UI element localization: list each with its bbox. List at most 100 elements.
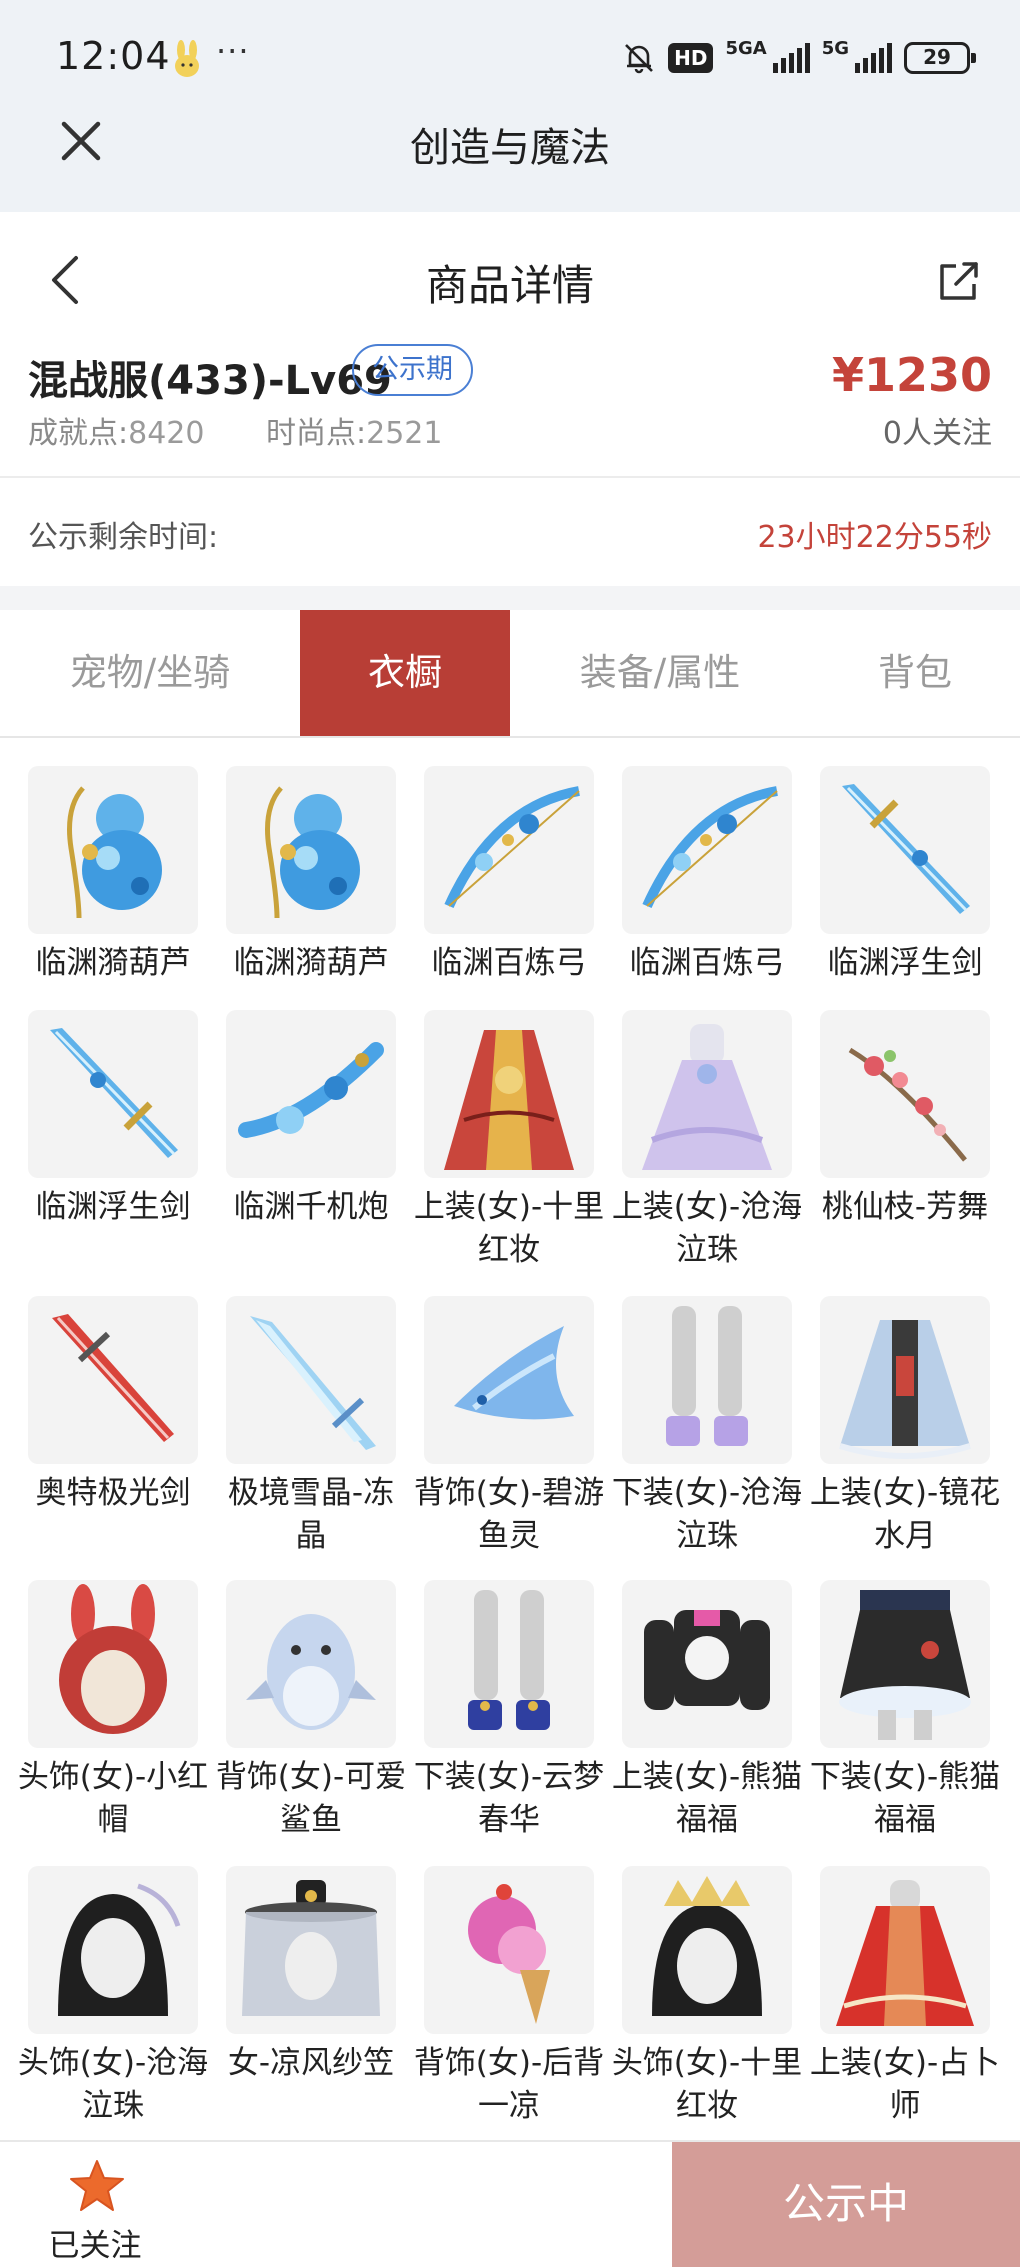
item-name: 上装(女)-镜花水月 [809,1475,1001,1554]
wardrobe-item[interactable]: 临渊浮生剑 [820,766,990,985]
tab-bar: 宠物/坐骑 衣橱 装备/属性 背包 [0,610,1020,738]
wardrobe-item[interactable]: 临渊百炼弓 [622,766,792,985]
wardrobe-item[interactable]: 临渊千机炮 [226,1010,396,1229]
top-outfit-icon [839,1320,971,1459]
item-name: 上装(女)-熊猫福福 [611,1759,803,1838]
fashion-value: 2521 [366,416,443,451]
ice-cream-icon [468,1884,550,2024]
item-thumbnail [820,1296,990,1464]
wardrobe-item[interactable]: 上装(女)-十里红妆 [414,1010,604,1272]
status-icons: HD 5GA 5G 29 [622,38,976,78]
product-name: 混战服(433)-Lv69 [28,358,392,404]
shark-icon [246,1614,376,1730]
bunny-notification-icon [175,40,199,77]
item-name: 上装(女)-沧海泣珠 [611,1189,803,1268]
item-name: 背饰(女)-后背一凉 [413,2045,605,2124]
page-title: 商品详情 [425,261,594,310]
panda-top-icon [644,1610,770,1710]
red-hood-icon [59,1584,167,1734]
item-name: 临渊浮生剑 [827,945,983,981]
wardrobe-item[interactable]: 极境雪晶-冻晶 [226,1296,396,1558]
tab-pets-mounts[interactable]: 宠物/坐骑 [0,610,300,736]
veil-hat-icon [242,1880,380,2016]
item-name: 背饰(女)-可爱鲨鱼 [215,1759,407,1838]
signal-2-icon [855,43,892,73]
wardrobe-item[interactable]: 上装(女)-占卜师 [810,1866,1000,2128]
item-thumbnail [622,766,792,934]
item-name: 下装(女)-沧海泣珠 [611,1475,803,1554]
item-name: 头饰(女)-小红帽 [17,1759,209,1838]
wardrobe-item[interactable]: 头饰(女)-小红帽 [18,1580,208,1842]
sword-icon [50,1028,178,1158]
publicity-status-button[interactable]: 公示中 [672,2142,1020,2267]
wardrobe-item[interactable]: 背饰(女)-后背一凉 [414,1866,604,2128]
crown-head-icon [652,1876,762,2016]
wardrobe-item[interactable]: 背饰(女)-可爱鲨鱼 [216,1580,406,1842]
wardrobe-item[interactable]: 临渊百炼弓 [424,766,594,985]
wardrobe-item[interactable]: 下装(女)-沧海泣珠 [612,1296,802,1558]
countdown-row: 公示剩余时间: 23小时22分55秒 [0,480,1020,586]
item-thumbnail [226,1866,396,2034]
item-name: 临渊浮生剑 [35,1189,191,1225]
gourd-icon [67,786,162,919]
wardrobe-item[interactable]: 上装(女)-沧海泣珠 [612,1010,802,1272]
wardrobe-item[interactable]: 头饰(女)-沧海泣珠 [18,1866,208,2128]
dress-icon [642,1024,772,1170]
item-thumbnail [226,1010,396,1178]
achievement-value: 8420 [128,416,205,451]
item-thumbnail [226,1296,396,1464]
wardrobe-item[interactable]: 临渊漪葫芦 [28,766,198,985]
item-name: 临渊百炼弓 [629,945,785,981]
wardrobe-item[interactable]: 下装(女)-云梦春华 [414,1580,604,1842]
mute-bell-icon [625,44,654,74]
wardrobe-item[interactable]: 背饰(女)-碧游鱼灵 [414,1296,604,1558]
item-thumbnail [28,1010,198,1178]
wardrobe-item[interactable]: 女-凉风纱笠 [226,1866,396,2085]
item-thumbnail [820,1010,990,1178]
peach-branch-icon [848,1047,967,1162]
wardrobe-item[interactable]: 桃仙枝-芳舞 [820,1010,990,1229]
status-badge: 公示期 [352,344,473,396]
wardrobe-item[interactable]: 上装(女)-熊猫福福 [612,1580,802,1842]
more-notifications-icon: ··· [216,32,250,70]
top-zone: 12:04 ··· HD 5GA 5G 29 创造与魔法 [0,0,1020,212]
wardrobe-item[interactable]: 头饰(女)-十里红妆 [612,1866,802,2128]
fashion-points: 时尚点:2521 [266,408,442,452]
item-thumbnail [28,766,198,934]
item-thumbnail [622,1296,792,1464]
tab-wardrobe[interactable]: 衣橱 [300,610,510,736]
section-divider [0,586,1020,610]
follow-label: 已关注 [48,2228,142,2264]
star-icon [70,2160,124,2211]
network-label-1: 5GA [725,38,767,59]
item-name: 临渊百炼弓 [431,945,587,981]
share-icon[interactable] [934,256,984,306]
hd-badge: HD [668,43,714,73]
wardrobe-item[interactable]: 下装(女)-熊猫福福 [810,1580,1000,1842]
wardrobe-item[interactable]: 奥特极光剑 [28,1296,198,1515]
tab-backpack[interactable]: 背包 [810,610,1020,736]
red-dress-icon [836,1880,974,2026]
network-label-2: 5G [821,38,849,59]
bow-icon [642,786,778,909]
wardrobe-item[interactable]: 临渊漪葫芦 [226,766,396,985]
item-name: 极境雪晶-冻晶 [227,1475,395,1554]
legs-icon [468,1590,550,1730]
sword-icon [842,784,970,914]
item-name: 临渊千机炮 [233,1189,389,1225]
item-name: 头饰(女)-十里红妆 [611,2045,803,2124]
status-time: 12:04 [56,34,171,78]
panda-skirt-icon [839,1590,971,1740]
wardrobe-item[interactable]: 临渊浮生剑 [28,1010,198,1229]
legs-icon [666,1306,748,1446]
tab-equipment[interactable]: 装备/属性 [510,610,810,736]
item-thumbnail [622,1580,792,1748]
item-thumbnail [424,766,594,934]
item-name: 奥特极光剑 [35,1475,191,1511]
follow-button[interactable]: 已关注 [0,2142,190,2267]
fashion-label: 时尚点: [266,416,367,451]
red-sword-icon [52,1314,174,1442]
item-name: 头饰(女)-沧海泣珠 [17,2045,209,2124]
wardrobe-item[interactable]: 上装(女)-镜花水月 [810,1296,1000,1558]
gourd-icon [265,786,360,919]
